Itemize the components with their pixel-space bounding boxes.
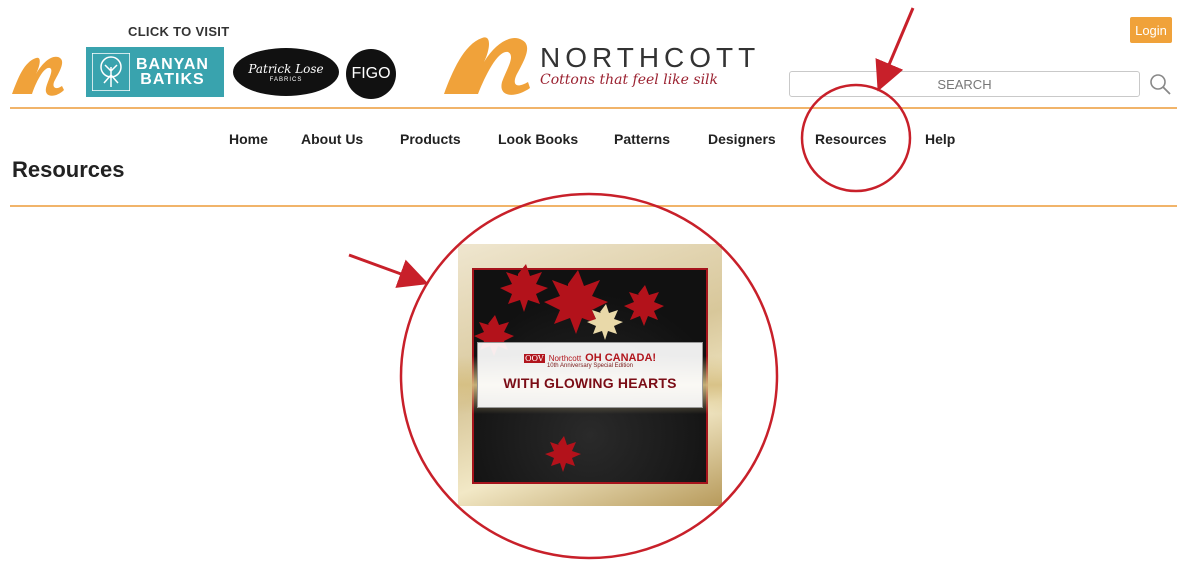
nav-look-books[interactable]: Look Books <box>498 131 578 147</box>
nav-home[interactable]: Home <box>229 131 268 147</box>
tree-icon <box>92 53 130 91</box>
annotation-arrow-left <box>348 253 429 288</box>
search-input[interactable] <box>790 72 1139 96</box>
oh-canada-banner[interactable]: OOV Northcott OH CANADA! 10th Anniversar… <box>458 244 722 506</box>
northcott-main-logo-mark[interactable] <box>438 28 538 100</box>
patrick-fabrics-text: FABRICS <box>269 76 303 83</box>
brand-tagline: Cottons that feel like silk <box>540 72 719 88</box>
search-field[interactable] <box>789 71 1140 97</box>
banyan-text: BANYAN <box>136 56 209 73</box>
nav-designers[interactable]: Designers <box>708 131 776 147</box>
login-button[interactable]: Login <box>1130 17 1172 43</box>
click-to-visit-label: CLICK TO VISIT <box>128 24 230 39</box>
nav-products[interactable]: Products <box>400 131 461 147</box>
nav-patterns[interactable]: Patterns <box>614 131 670 147</box>
nav-about-us[interactable]: About Us <box>301 131 363 147</box>
page-title: Resources <box>12 157 125 182</box>
banner-edition: 10th Anniversary Special Edition <box>546 363 634 369</box>
nav-resources[interactable]: Resources <box>815 131 887 147</box>
header-divider <box>10 107 1177 109</box>
figo-logo[interactable]: FIGO <box>346 49 396 99</box>
banner-headline: WITH GLOWING HEARTS <box>503 375 677 391</box>
northcott-small-logo[interactable] <box>8 48 70 100</box>
banner-label: OOV Northcott OH CANADA! 10th Anniversar… <box>477 342 703 408</box>
brand-name: NORTHCOTT <box>540 42 761 73</box>
banyan-batiks-logo[interactable]: BANYAN BATIKS <box>86 47 224 97</box>
patrick-lose-logo[interactable]: Patrick Lose FABRICS <box>233 48 339 96</box>
nav-help[interactable]: Help <box>925 131 955 147</box>
title-divider <box>10 205 1177 207</box>
patrick-lose-text: Patrick Lose <box>248 61 324 76</box>
oov-logo: OOV <box>523 353 545 363</box>
banner-series: Northcott <box>548 353 582 363</box>
search-icon[interactable] <box>1148 72 1172 96</box>
batiks-text: BATIKS <box>140 71 205 88</box>
